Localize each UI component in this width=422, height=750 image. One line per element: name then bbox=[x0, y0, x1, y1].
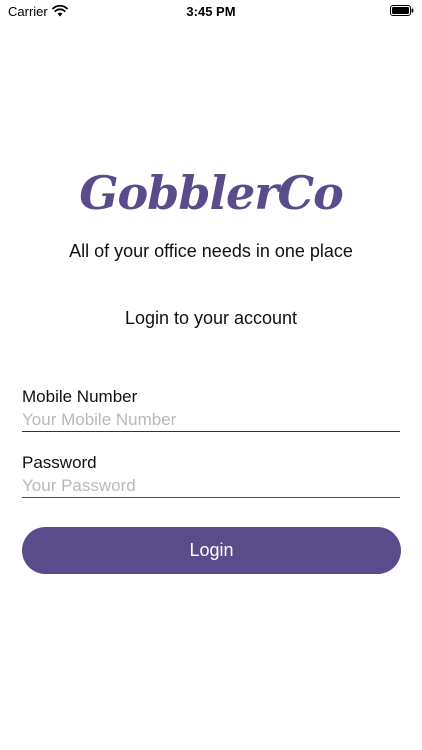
mobile-number-input[interactable] bbox=[22, 409, 400, 432]
login-heading: Login to your account bbox=[124, 308, 298, 328]
status-bar: Carrier 3:45 PM bbox=[0, 0, 422, 24]
battery-icon bbox=[390, 5, 414, 16]
password-input[interactable] bbox=[22, 475, 400, 498]
password-label: Password bbox=[22, 453, 97, 472]
tagline: All of your office needs in one place bbox=[69, 241, 353, 261]
mobile-number-label: Mobile Number bbox=[22, 387, 138, 406]
login-button[interactable]: Login bbox=[22, 527, 401, 574]
brand-logo: GobblerCo bbox=[79, 166, 344, 220]
clock-time: 3:45 PM bbox=[186, 4, 236, 19]
